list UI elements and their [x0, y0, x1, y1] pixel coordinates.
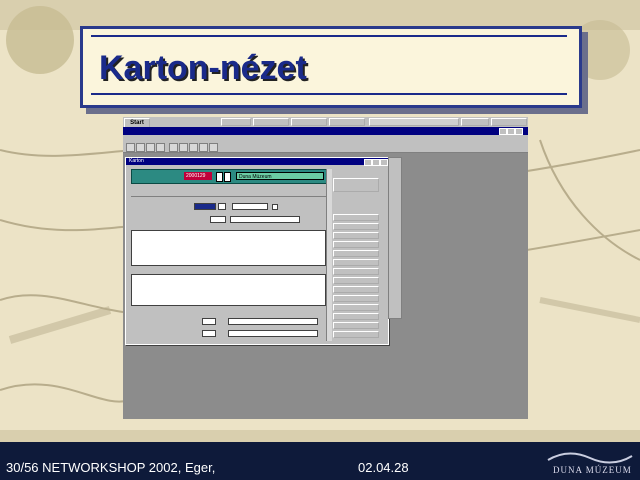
- notes-textarea[interactable]: [131, 274, 326, 306]
- title-bottom-rule: [91, 93, 567, 95]
- dropdown-arrow-icon[interactable]: [216, 172, 223, 182]
- dropdown-arrow-icon[interactable]: [224, 172, 231, 182]
- toolbar-icon[interactable]: [199, 143, 208, 152]
- side-button-panel: [331, 178, 379, 338]
- taskbar-button[interactable]: [291, 118, 327, 126]
- lower-field-2[interactable]: [228, 318, 318, 325]
- side-button[interactable]: [333, 295, 379, 302]
- side-button[interactable]: [333, 214, 379, 221]
- karton-close-button[interactable]: [380, 159, 388, 166]
- side-button[interactable]: [333, 241, 379, 248]
- karton-window-title: Karton: [126, 158, 388, 165]
- taskbar-button[interactable]: [461, 118, 489, 126]
- toolbar-icon[interactable]: [189, 143, 198, 152]
- taskbar-button[interactable]: [369, 118, 459, 126]
- side-button[interactable]: [333, 223, 379, 230]
- side-button[interactable]: [333, 286, 379, 293]
- footer-date: 02.04.28: [358, 460, 409, 475]
- toolbar-icon[interactable]: [179, 143, 188, 152]
- karton-window: Karton 2000129 Duna Múzeum: [125, 157, 389, 345]
- record-number-field[interactable]: 2000129: [184, 172, 212, 180]
- side-button[interactable]: [333, 313, 379, 320]
- generic-field[interactable]: Duna Múzeum: [236, 172, 324, 180]
- taskbar-button[interactable]: [221, 118, 251, 126]
- slide-title-box: Karton-nézet: [80, 26, 582, 108]
- taskbar-button[interactable]: [329, 118, 365, 126]
- logo-text: DUNA MÚZEUM: [553, 465, 632, 475]
- karton-minimize-button[interactable]: [364, 159, 372, 166]
- lower-field-3[interactable]: [202, 330, 216, 337]
- count-field[interactable]: [210, 216, 226, 223]
- side-button-top[interactable]: [333, 178, 379, 192]
- checkbox[interactable]: [272, 204, 278, 210]
- side-button[interactable]: [333, 259, 379, 266]
- separator-area: [131, 184, 326, 197]
- record-header-bar: 2000129 Duna Múzeum: [131, 169, 328, 184]
- footer-text: 30/56 NETWORKSHOP 2002, Eger,: [6, 460, 216, 475]
- description-textarea[interactable]: [131, 230, 326, 266]
- toolbar-icon[interactable]: [169, 143, 178, 152]
- minimize-button[interactable]: [499, 128, 507, 135]
- lower-field-1[interactable]: [202, 318, 216, 325]
- side-button[interactable]: [333, 277, 379, 284]
- date-field[interactable]: [194, 203, 216, 210]
- taskbar-button[interactable]: [253, 118, 289, 126]
- side-window-strip: [388, 157, 402, 319]
- toolbar-icon[interactable]: [136, 143, 145, 152]
- lower-field-4[interactable]: [228, 330, 318, 337]
- date-spinner[interactable]: [218, 203, 226, 210]
- side-button[interactable]: [333, 250, 379, 257]
- slide-title: Karton-nézet: [99, 49, 307, 87]
- side-button[interactable]: [333, 331, 379, 338]
- embedded-screenshot: Start Karton 2000129 Duna Múzeum: [123, 117, 528, 419]
- workspace: Karton 2000129 Duna Múzeum: [123, 153, 528, 419]
- side-button[interactable]: [333, 232, 379, 239]
- type-field[interactable]: [230, 216, 300, 223]
- app-titlebar: [123, 127, 528, 135]
- close-button[interactable]: [515, 128, 523, 135]
- toolbar-icon[interactable]: [146, 143, 155, 152]
- side-button[interactable]: [333, 268, 379, 275]
- year-field[interactable]: [232, 203, 268, 210]
- system-tray: [491, 118, 527, 126]
- toolbar: [123, 142, 528, 153]
- toolbar-icon[interactable]: [156, 143, 165, 152]
- side-button[interactable]: [333, 322, 379, 329]
- side-button[interactable]: [333, 304, 379, 311]
- toolbar-icon[interactable]: [126, 143, 135, 152]
- maximize-button[interactable]: [507, 128, 515, 135]
- title-top-rule: [91, 35, 567, 37]
- menu-bar: [123, 135, 528, 142]
- toolbar-icon[interactable]: [209, 143, 218, 152]
- karton-maximize-button[interactable]: [372, 159, 380, 166]
